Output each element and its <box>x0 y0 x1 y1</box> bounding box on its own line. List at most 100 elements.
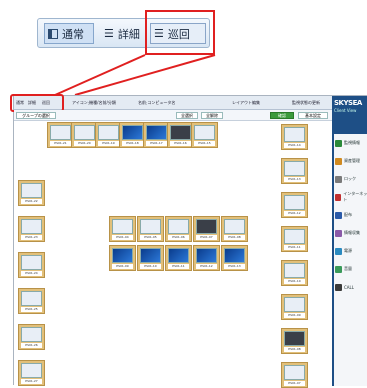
sidebar-menu-label: 情報収集 <box>344 230 360 235</box>
sidebar-menu-label: 配布 <box>344 212 352 217</box>
client-screen-thumbnail <box>21 291 42 306</box>
client-pc-tile[interactable]: PS01-19 <box>95 122 122 148</box>
client-pc-tile[interactable]: PS01-13 <box>281 158 308 184</box>
client-pc-label: PS01-09 <box>284 313 305 318</box>
client-screen-thumbnail <box>21 219 42 234</box>
client-pc-label: PS01-07 <box>284 381 305 386</box>
client-pc-tile[interactable]: PS01-05 <box>137 216 164 242</box>
client-pc-label: PS01-26 <box>21 343 42 348</box>
client-pc-label: PS01-12 <box>284 211 305 216</box>
client-pc-tile[interactable]: PS01-12 <box>193 245 220 271</box>
client-pc-tile[interactable]: PS01-11 <box>165 245 192 271</box>
confirm-button[interactable]: 確認 <box>270 112 294 119</box>
client-screen-thumbnail <box>21 363 42 378</box>
client-pc-tile[interactable]: PS01-07 <box>193 216 220 242</box>
client-pc-label: PS01-09 <box>112 264 133 269</box>
sidebar-menu-label: ロック <box>344 176 356 181</box>
client-pc-tile[interactable]: PS01-10 <box>281 260 308 286</box>
sidebar-menu-item[interactable]: CALL <box>335 280 367 294</box>
client-pc-tile[interactable]: PS01-21 <box>47 122 74 148</box>
deselect-all-button[interactable]: 全解除 <box>201 112 223 119</box>
sidebar-menu-icon <box>335 175 342 183</box>
client-pc-tile[interactable]: PS01-27 <box>18 360 45 386</box>
client-pc-tile[interactable]: PS01-15 <box>191 122 218 148</box>
client-screen-thumbnail <box>284 127 305 142</box>
client-screen-thumbnail <box>284 263 305 278</box>
client-pc-tile[interactable]: PS01-09 <box>109 245 136 271</box>
sidebar-menu-item[interactable]: ロック <box>335 172 367 186</box>
group-select[interactable]: グループの選択 <box>16 112 56 119</box>
client-pc-label: PS01-16 <box>170 141 191 146</box>
client-pc-label: PS01-10 <box>284 279 305 284</box>
client-pc-tile[interactable]: PS01-16 <box>167 122 194 148</box>
client-screen-thumbnail <box>168 219 189 234</box>
sidebar-menu-icon <box>335 157 342 165</box>
sidebar-menu-item[interactable]: インターネット <box>335 190 367 204</box>
sidebar-menu-label: CALL <box>344 284 354 290</box>
client-pc-tile[interactable]: PS01-08 <box>221 216 248 242</box>
sidebar-menu-label: インターネット <box>343 191 367 202</box>
layout-edit-button[interactable]: レイアウト編集 <box>232 99 260 107</box>
client-pc-tile[interactable]: PS01-06 <box>165 216 192 242</box>
callout-highlight-box <box>145 10 215 55</box>
client-screen-thumbnail <box>21 183 42 198</box>
sidebar-menu-item[interactable]: 配布 <box>335 208 367 222</box>
client-screen-thumbnail <box>194 125 215 140</box>
client-screen-thumbnail <box>112 248 133 263</box>
normal-view-button[interactable]: 通常 <box>44 23 94 44</box>
sidebar-menu-item[interactable]: 音量 <box>335 262 367 276</box>
client-pc-tile[interactable]: PS01-04 <box>109 216 136 242</box>
client-pc-tile[interactable]: PS01-10 <box>137 245 164 271</box>
client-screen-thumbnail <box>140 248 161 263</box>
client-screen-thumbnail <box>284 331 305 346</box>
detail-list-icon: ☰ <box>104 27 114 40</box>
client-pc-tile[interactable]: PS01-12 <box>281 192 308 218</box>
client-pc-tile[interactable]: PS01-26 <box>18 324 45 350</box>
client-pc-tile[interactable]: PS01-20 <box>71 122 98 148</box>
client-pc-tile[interactable]: PS01-24 <box>18 252 45 278</box>
brand-subtitle: Client View <box>334 108 357 113</box>
client-pc-label: PS01-07 <box>196 235 217 240</box>
client-screen-thumbnail <box>21 327 42 342</box>
sidebar-menu-item[interactable]: 資産管理 <box>335 154 367 168</box>
client-pc-tile[interactable]: PS01-13 <box>221 245 248 271</box>
sidebar-menu-label: 音量 <box>344 266 352 271</box>
client-pc-tile[interactable]: PS01-25 <box>18 288 45 314</box>
sidebar-menu-item[interactable]: 電源 <box>335 244 367 258</box>
basic-settings-button[interactable]: 基本設定 <box>298 112 328 119</box>
client-pc-label: PS01-08 <box>224 235 245 240</box>
client-pc-tile[interactable]: PS01-07 <box>281 362 308 388</box>
client-pc-label: PS01-11 <box>168 264 189 269</box>
sidebar-menu-icon <box>335 211 342 219</box>
monitor-update-button[interactable]: 監視状態の更新 <box>292 99 320 107</box>
client-pc-tile[interactable]: PS01-14 <box>281 124 308 150</box>
detail-view-label: 詳細 <box>117 27 140 41</box>
client-pc-tile[interactable]: PS01-11 <box>281 226 308 252</box>
client-screen-thumbnail <box>224 248 245 263</box>
normal-view-icon <box>48 28 58 39</box>
client-layout-canvas: PS01-21 PS01-20 PS01-19 PS01-18 PS01-17 PS01-… <box>14 121 332 388</box>
sidebar-menu-item[interactable]: 監視情報 <box>335 136 367 150</box>
client-pc-label: PS01-13 <box>224 264 245 269</box>
client-pc-label: PS01-27 <box>21 379 42 384</box>
client-pc-tile[interactable]: PS01-09 <box>281 294 308 320</box>
client-pc-label: PS01-10 <box>140 264 161 269</box>
client-pc-tile[interactable]: PS01-17 <box>143 122 170 148</box>
client-pc-tile[interactable]: PS01-23 <box>18 216 45 242</box>
icon-select[interactable]: アイコン: 機種/名前/分類 <box>72 99 116 107</box>
sidebar-menu-icon <box>335 247 342 255</box>
client-pc-tile[interactable]: PS01-22 <box>18 180 45 206</box>
select-all-button[interactable]: 全選択 <box>176 112 198 119</box>
client-pc-label: PS01-12 <box>196 264 217 269</box>
client-screen-thumbnail <box>74 125 95 140</box>
sidebar-menu-item[interactable]: 情報収集 <box>335 226 367 240</box>
name-select[interactable]: 名前: コンピュータ名 <box>138 99 175 107</box>
sidebar-menu-label: 監視情報 <box>344 140 360 145</box>
client-pc-label: PS01-22 <box>21 199 42 204</box>
client-pc-label: PS01-14 <box>284 143 305 148</box>
right-sidebar: SKYSEA Client View 監視情報 資産管理 ロック インターネット 配布情… <box>332 96 367 386</box>
client-pc-tile[interactable]: PS01-18 <box>119 122 146 148</box>
client-pc-label: PS01-23 <box>21 235 42 240</box>
client-pc-tile[interactable]: PS01-08 <box>281 328 308 354</box>
client-screen-thumbnail <box>196 248 217 263</box>
